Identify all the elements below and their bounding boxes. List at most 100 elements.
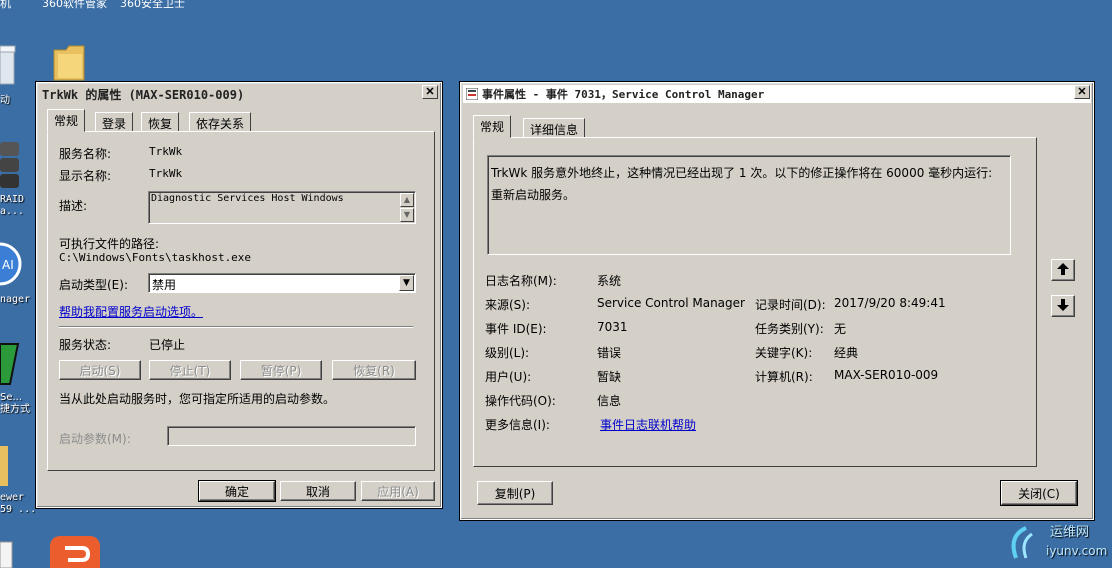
previous-event-button[interactable] [1051, 259, 1075, 281]
close-button[interactable]: 关闭(C) [1000, 480, 1078, 506]
folder-icon[interactable] [52, 42, 86, 82]
raid-manager-icon[interactable]: AI [0, 240, 22, 288]
display-name-value: TrkWk [149, 167, 183, 180]
executable-path-value: C:\Windows\Fonts\taskhost.exe [59, 251, 252, 264]
svg-text:AI: AI [2, 258, 14, 272]
apply-button[interactable]: 应用(A) [361, 481, 435, 501]
tab-general[interactable]: 常规 [47, 109, 86, 132]
event-message-text: TrkWk 服务意外地终止，这种情况已经出现了 1 次。以下的修正操作将在 60… [491, 166, 993, 202]
arrow-down-icon [1057, 298, 1069, 311]
startup-type-value: 禁用 [152, 278, 177, 292]
start-button[interactable]: 启动(S) [59, 360, 141, 380]
tab-recovery[interactable]: 恢复 [141, 112, 180, 132]
pause-button[interactable]: 暂停(P) [240, 360, 322, 380]
task-category-value: 无 [834, 322, 847, 336]
tab-general[interactable]: 常规 [473, 115, 512, 138]
next-event-button[interactable] [1051, 295, 1075, 317]
opcode-value: 信息 [597, 394, 622, 408]
log-name-value: 系统 [597, 274, 622, 288]
scroll-up-icon: ▲ [403, 195, 411, 204]
event-viewer-icon [466, 88, 478, 100]
viewer-app-icon[interactable] [0, 446, 14, 488]
event-message-box[interactable]: TrkWk 服务意外地终止，这种情况已经出现了 1 次。以下的修正操作将在 60… [487, 155, 1011, 255]
service-status-value: 已停止 [149, 338, 186, 352]
service-name-label: 服务名称: [59, 147, 112, 161]
computer-label: 计算机(R): [755, 370, 813, 384]
desktop-label-computer: 机 [0, 0, 11, 10]
close-icon: ✕ [1077, 85, 1087, 98]
tab-logon[interactable]: 登录 [95, 112, 134, 132]
cancel-button[interactable]: 取消 [280, 481, 356, 501]
service-properties-titlebar[interactable]: TrkWk 的属性 (MAX-SER010-009) [39, 85, 439, 103]
tab-label: 常规 [480, 120, 505, 134]
copy-button[interactable]: 复制(P) [477, 481, 553, 505]
source-value: Service Control Manager [597, 296, 745, 310]
recycle-bin-icon[interactable] [0, 44, 16, 88]
start-params-hint: 当从此处启动服务时，您可指定所适用的启动参数。 [59, 392, 336, 406]
opcode-label: 操作代码(O): [485, 394, 556, 408]
event-id-value: 7031 [597, 320, 628, 334]
description-label: 描述: [59, 199, 88, 213]
wps-office-icon[interactable] [50, 536, 100, 568]
separator [59, 326, 413, 328]
description-scroll-up-button[interactable]: ▲ [400, 193, 414, 207]
watermark-url: iyunv.com [1046, 544, 1108, 558]
arrow-up-icon [1057, 262, 1069, 275]
ok-button[interactable]: 确定 [198, 480, 276, 502]
tab-dependencies[interactable]: 依存关系 [189, 112, 252, 132]
startup-type-dropdown-button[interactable]: ▼ [399, 275, 414, 291]
desktop-label-2a: RAID [0, 194, 25, 205]
service-name-value: TrkWk [149, 145, 183, 158]
desktop-label-5a: ewer [0, 492, 25, 503]
computer-value: MAX-SER010-009 [834, 368, 939, 382]
desktop-label-5b: 59 ... [0, 504, 37, 515]
event-properties-window: 事件属性 - 事件 7031，Service Control Manager ✕… [459, 81, 1095, 521]
help-configure-startup-link[interactable]: 帮助我配置服务启动选项。 [59, 303, 203, 320]
startup-type-select[interactable]: 禁用 ▼ [148, 273, 416, 293]
task-category-label: 任务类别(Y): [755, 322, 824, 336]
start-params-input[interactable] [167, 426, 416, 446]
service-status-label: 服务状态: [59, 338, 112, 352]
event-id-label: 事件 ID(E): [485, 322, 547, 336]
start-params-label: 启动参数(M): [59, 432, 131, 446]
tab-label: 详细信息 [530, 123, 579, 137]
shortcut-app-icon[interactable] [0, 340, 22, 388]
desktop-label-3: nager [0, 294, 31, 305]
tab-label: 恢复 [148, 117, 173, 131]
desktop-label-4a: Se... [0, 392, 23, 403]
tab-label: 常规 [54, 114, 79, 128]
close-icon: ✕ [425, 85, 435, 98]
description-box[interactable]: Diagnostic Services Host Windows ▲ ▼ [148, 191, 416, 224]
scroll-down-icon: ▼ [403, 210, 411, 219]
startup-type-label: 启动类型(E): [59, 278, 128, 292]
event-log-online-help-link[interactable]: 事件日志联机帮助 [600, 416, 696, 433]
level-label: 级别(L): [485, 346, 530, 360]
level-value: 错误 [597, 346, 622, 360]
document-icon[interactable] [0, 540, 16, 568]
user-label: 用户(U): [485, 370, 532, 384]
raid-server-icon[interactable] [0, 140, 20, 190]
description-scroll-down-button[interactable]: ▼ [400, 208, 414, 222]
desktop-label-360-softmgr: 360软件管家 [42, 0, 107, 10]
watermark-title: 运维网 [1050, 525, 1090, 540]
display-name-label: 显示名称: [59, 169, 112, 183]
service-properties-window: TrkWk 的属性 (MAX-SER010-009) ✕ 常规 登录 恢复 依存… [35, 81, 443, 509]
executable-path-label: 可执行文件的路径: [59, 237, 160, 251]
chevron-down-icon: ▼ [403, 278, 410, 288]
resume-button[interactable]: 恢复(R) [332, 360, 416, 380]
tab-label: 登录 [102, 117, 127, 131]
logged-value: 2017/9/20 8:49:41 [834, 296, 946, 310]
desktop-label-2b: a... [0, 206, 25, 217]
description-text: Diagnostic Services Host Windows [151, 193, 344, 204]
tab-details[interactable]: 详细信息 [523, 118, 586, 138]
desktop-label-1: 动 [0, 95, 10, 106]
service-properties-close-button[interactable]: ✕ [422, 85, 438, 99]
event-properties-close-x-button[interactable]: ✕ [1074, 85, 1090, 99]
desktop-label-360-safe: 360安全卫士 [120, 0, 185, 10]
logged-label: 记录时间(D): [755, 298, 826, 312]
event-properties-title: 事件属性 - 事件 7031，Service Control Manager [482, 88, 765, 101]
log-name-label: 日志名称(M): [485, 274, 557, 288]
stop-button[interactable]: 停止(T) [149, 360, 231, 380]
event-properties-titlebar[interactable]: 事件属性 - 事件 7031，Service Control Manager [463, 85, 1091, 103]
keywords-label: 关键字(K): [755, 346, 813, 360]
